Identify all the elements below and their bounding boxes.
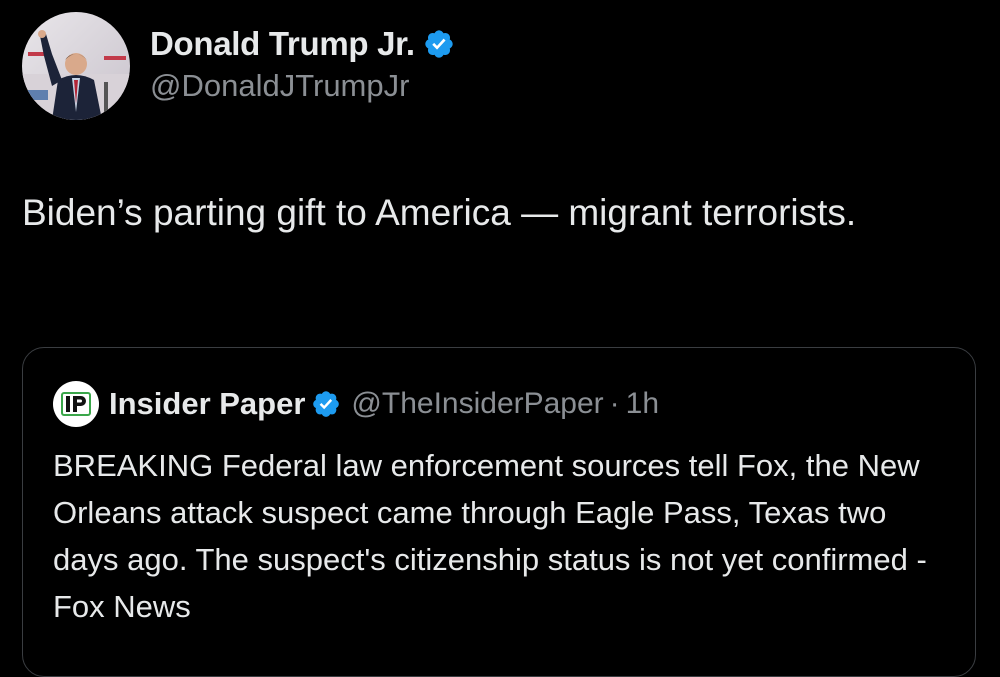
quoted-author-handle[interactable]: @TheInsiderPaper	[351, 387, 603, 421]
tweet-author[interactable]: Donald Trump Jr. @DonaldJTrumpJr	[22, 12, 455, 120]
display-name-line: Donald Trump Jr.	[150, 24, 455, 64]
tweet: Donald Trump Jr. @DonaldJTrumpJr Biden’s…	[0, 0, 1000, 677]
author-names: Donald Trump Jr. @DonaldJTrumpJr	[150, 24, 455, 104]
display-name[interactable]: Donald Trump Jr.	[150, 25, 415, 63]
verified-badge-icon[interactable]	[423, 28, 455, 60]
tweet-text: Biden’s parting gift to America — migran…	[22, 192, 857, 233]
quoted-tweet-text: BREAKING Federal law enforcement sources…	[53, 448, 927, 624]
insider-paper-logo-icon[interactable]	[53, 381, 99, 427]
separator-dot: ·	[609, 387, 620, 420]
quoted-author-name[interactable]: Insider Paper	[109, 386, 305, 422]
profile-photo	[22, 12, 130, 120]
author-handle[interactable]: @DonaldJTrumpJr	[150, 68, 455, 104]
quoted-tweet-card[interactable]: Insider Paper @TheInsiderPaper · 1h BREA…	[22, 347, 976, 677]
quoted-tweet-header: Insider Paper @TheInsiderPaper · 1h	[53, 381, 659, 427]
avatar[interactable]	[22, 12, 130, 120]
quoted-timestamp[interactable]: 1h	[626, 387, 659, 421]
verified-badge-icon[interactable]	[311, 389, 341, 419]
